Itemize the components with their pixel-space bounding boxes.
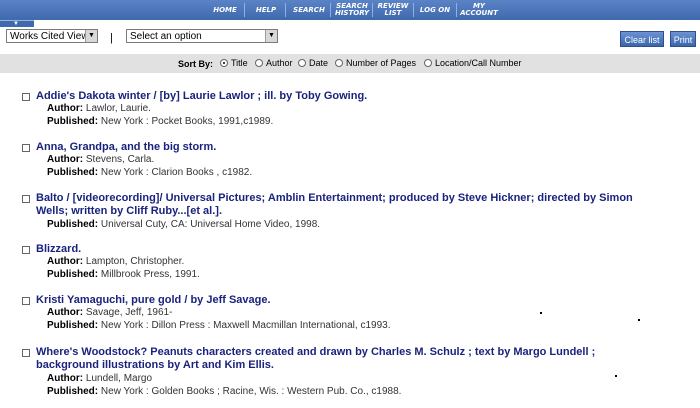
sort-option-author[interactable]: Author <box>255 58 293 68</box>
toolbar-separator: | <box>110 32 113 44</box>
nav-search-history[interactable]: SEARCH HISTORY <box>333 0 371 20</box>
record-title-link[interactable]: Where's Woodstock? Peanuts characters cr… <box>36 346 656 372</box>
nav-divider <box>330 3 331 17</box>
sort-option-label: Date <box>309 58 329 68</box>
sort-option-pages[interactable]: Number of Pages <box>335 58 416 68</box>
select-checkbox[interactable] <box>22 195 30 203</box>
record-title-link[interactable]: Blizzard. <box>36 243 656 256</box>
select-checkbox[interactable] <box>22 349 30 357</box>
record-author: Author: Stevens, Carla. <box>47 154 155 165</box>
view-select[interactable]: Works Cited View ▼ <box>6 29 98 43</box>
toolbar: Works Cited View ▼ | Select an option ▼ … <box>0 27 700 53</box>
sort-option-label: Location/Call Number <box>435 58 522 68</box>
nav-divider <box>244 3 245 17</box>
record-author: Author: Lampton, Christopher. <box>47 256 185 267</box>
record-published: Published: Universal Cuty, CA: Universal… <box>47 219 321 230</box>
nav-my-account[interactable]: MY ACCOUNT <box>458 0 500 20</box>
sort-by-label: Sort By: <box>178 59 214 69</box>
record-title-link[interactable]: Kristi Yamaguchi, pure gold / by Jeff Sa… <box>36 294 656 307</box>
sort-option-location[interactable]: Location/Call Number <box>424 58 522 68</box>
artifact-dot <box>615 375 617 377</box>
radio-icon <box>424 59 432 67</box>
nav-divider <box>372 3 373 17</box>
nav-log-on[interactable]: LOG ON <box>416 0 454 20</box>
record-author: Author: Lawlor, Laurie. <box>47 103 151 114</box>
nav-divider <box>456 3 457 17</box>
dropdown-arrow-icon: ▼ <box>85 30 97 42</box>
record-published: Published: New York : Dillon Press : Max… <box>47 320 391 331</box>
nav-help[interactable]: HELP <box>249 0 283 20</box>
radio-icon <box>298 59 306 67</box>
radio-icon <box>255 59 263 67</box>
select-checkbox[interactable] <box>22 144 30 152</box>
radio-selected-icon <box>220 59 228 67</box>
record-title-link[interactable]: Addie's Dakota winter / [by] Laurie Lawl… <box>36 90 656 103</box>
record-title-link[interactable]: Balto / [videorecording]/ Universal Pict… <box>36 192 656 218</box>
record-published: Published: New York : Clarion Books , c1… <box>47 167 253 178</box>
sort-bar: Sort By: Title Author Date Number of Pag… <box>0 54 700 73</box>
sort-option-label: Author <box>266 58 293 68</box>
sort-option-label: Number of Pages <box>346 58 417 68</box>
record-published: Published: Millbrook Press, 1991. <box>47 269 200 280</box>
record-published: Published: New York : Pocket Books, 1991… <box>47 116 274 127</box>
sort-option-date[interactable]: Date <box>298 58 328 68</box>
nav-home[interactable]: HOME <box>207 0 243 20</box>
artifact-dot <box>638 319 640 321</box>
dropdown-arrow-icon: ▼ <box>265 30 277 42</box>
print-button[interactable]: Print <box>670 31 696 47</box>
option-select-value: Select an option <box>130 31 202 42</box>
record-author: Author: Lundell, Margo <box>47 373 153 384</box>
top-nav-bar: HOME HELP SEARCH SEARCH HISTORY REVIEW L… <box>0 0 700 20</box>
nav-search[interactable]: SEARCH <box>289 0 329 20</box>
collapse-tab[interactable]: ▼ <box>0 20 34 27</box>
view-select-value: Works Cited View <box>10 31 89 42</box>
clear-list-button[interactable]: Clear list <box>620 31 664 47</box>
record-published: Published: New York : Golden Books ; Rac… <box>47 386 402 397</box>
nav-review-list[interactable]: REVIEW LIST <box>376 0 410 20</box>
record-title-link[interactable]: Anna, Grandpa, and the big storm. <box>36 141 656 154</box>
sort-option-title[interactable]: Title <box>220 58 248 68</box>
record-author: Author: Savage, Jeff, 1961- <box>47 307 173 318</box>
nav-divider <box>285 3 286 17</box>
select-checkbox[interactable] <box>22 93 30 101</box>
select-checkbox[interactable] <box>22 246 30 254</box>
option-select[interactable]: Select an option ▼ <box>126 29 278 43</box>
nav-divider <box>413 3 414 17</box>
sort-option-label: Title <box>231 58 248 68</box>
artifact-dot <box>540 312 542 314</box>
select-checkbox[interactable] <box>22 297 30 305</box>
radio-icon <box>335 59 343 67</box>
